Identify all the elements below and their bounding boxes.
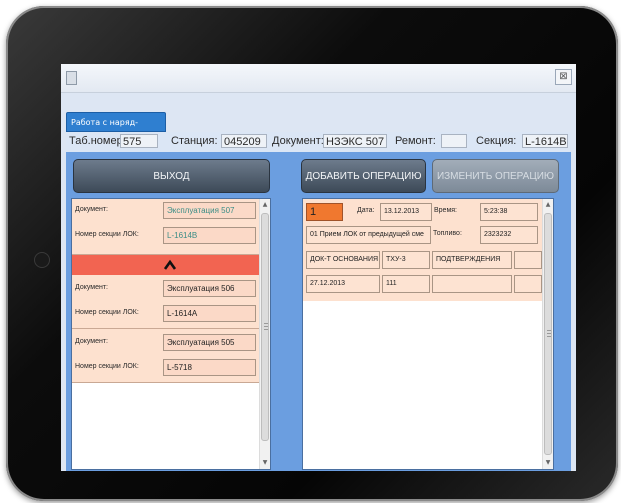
operation-description[interactable]: 01 Прием ЛОК от предыдущей сме <box>306 226 431 244</box>
fuel-label: Топливо: <box>433 230 462 237</box>
table-cell[interactable]: 27.12.2013 <box>306 275 380 293</box>
list-item[interactable]: Документ: Эксплуатация 506 Номер секции … <box>72 275 260 329</box>
scroll-down-icon[interactable]: ▼ <box>261 458 269 468</box>
operation-record[interactable]: 1 Дата: 13.12.2013 Время: 5:23:38 01 При… <box>303 199 543 301</box>
list-scrollbar[interactable]: ▲ ▼ <box>259 199 270 469</box>
header-cell: ТХУ-3 <box>382 251 430 269</box>
section-value: L-1614B <box>163 227 256 244</box>
date-field[interactable]: 13.12.2013 <box>380 203 432 221</box>
info-bar: Таб.номер: 575 Станция: 045209 Документ:… <box>66 132 571 152</box>
section-label: Номер секции ЛОК: <box>75 363 139 370</box>
header-cell: ПОДТВЕРЖДЕНИЯ <box>432 251 512 269</box>
header-cell: ДОК-Т ОСНОВАНИЯ <box>306 251 380 269</box>
section-label: Секция: <box>476 135 517 147</box>
documents-list-panel[interactable]: Документ: Эксплуатация 507 Номер секции … <box>71 198 271 470</box>
doc-label: Документ: <box>75 338 108 345</box>
time-field[interactable]: 5:23:38 <box>480 203 538 221</box>
doc-value: Эксплуатация 505 <box>163 334 256 351</box>
tablet-camera <box>34 252 50 268</box>
app-window: ⊠ Работа с наряд-заказами Таб.номер: 575… <box>61 64 576 471</box>
window-titlebar: ⊠ <box>61 64 576 93</box>
date-label: Дата: <box>357 207 375 214</box>
doc-label: Документ: <box>75 284 108 291</box>
section-value: L-1614A <box>163 305 256 322</box>
close-icon[interactable]: ⊠ <box>555 69 572 85</box>
exit-button[interactable]: ВЫХОД <box>73 159 270 193</box>
section-field[interactable]: L-1614B <box>522 134 568 148</box>
scroll-up-icon[interactable]: ▲ <box>544 200 552 210</box>
document-field[interactable]: НЗЭКС 507 <box>323 134 387 148</box>
list-item[interactable]: Документ: Эксплуатация 505 Номер секции … <box>72 329 260 383</box>
list-item[interactable]: Документ: Эксплуатация 507 Номер секции … <box>72 199 260 255</box>
main-content: Таб.номер: 575 Станция: 045209 Документ:… <box>66 132 571 471</box>
repair-field[interactable] <box>441 134 467 148</box>
tab-work-orders[interactable]: Работа с наряд-заказами <box>66 112 166 147</box>
operations-panel[interactable]: 1 Дата: 13.12.2013 Время: 5:23:38 01 При… <box>302 198 554 470</box>
scroll-thumb[interactable] <box>544 213 552 455</box>
operations-scrollbar[interactable]: ▲ ▼ <box>542 199 553 469</box>
scroll-down-icon[interactable]: ▼ <box>544 458 552 468</box>
tab-number-field[interactable]: 575 <box>120 134 158 148</box>
section-value: L-5718 <box>163 359 256 376</box>
add-operation-button[interactable]: ДОБАВИТЬ ОПЕРАЦИЮ <box>301 159 426 193</box>
window-app-icon <box>66 71 77 85</box>
operation-number: 1 <box>306 203 343 221</box>
tab-number-label: Таб.номер: <box>69 135 126 147</box>
section-label: Номер секции ЛОК: <box>75 231 139 238</box>
scroll-up-icon[interactable]: ▲ <box>261 200 269 210</box>
selected-row-bar[interactable] <box>72 255 270 275</box>
collapse-caret-icon[interactable] <box>164 259 176 271</box>
station-label: Станция: <box>171 135 218 147</box>
edit-operation-button[interactable]: ИЗМЕНИТЬ ОПЕРАЦИЮ <box>432 159 559 193</box>
table-cell[interactable] <box>514 275 542 293</box>
repair-label: Ремонт: <box>395 135 436 147</box>
doc-value: Эксплуатация 506 <box>163 280 256 297</box>
fuel-field[interactable]: 2323232 <box>480 226 538 244</box>
doc-label: Документ: <box>75 206 108 213</box>
table-cell[interactable] <box>432 275 512 293</box>
doc-value: Эксплуатация 507 <box>163 202 256 219</box>
time-label: Время: <box>434 207 458 214</box>
header-cell <box>514 251 542 269</box>
document-label: Документ: <box>272 135 324 147</box>
scroll-thumb[interactable] <box>261 213 269 441</box>
station-field[interactable]: 045209 <box>221 134 267 148</box>
tablet-frame: ⊠ Работа с наряд-заказами Таб.номер: 575… <box>6 6 618 501</box>
section-label: Номер секции ЛОК: <box>75 309 139 316</box>
table-cell[interactable]: 111 <box>382 275 430 293</box>
